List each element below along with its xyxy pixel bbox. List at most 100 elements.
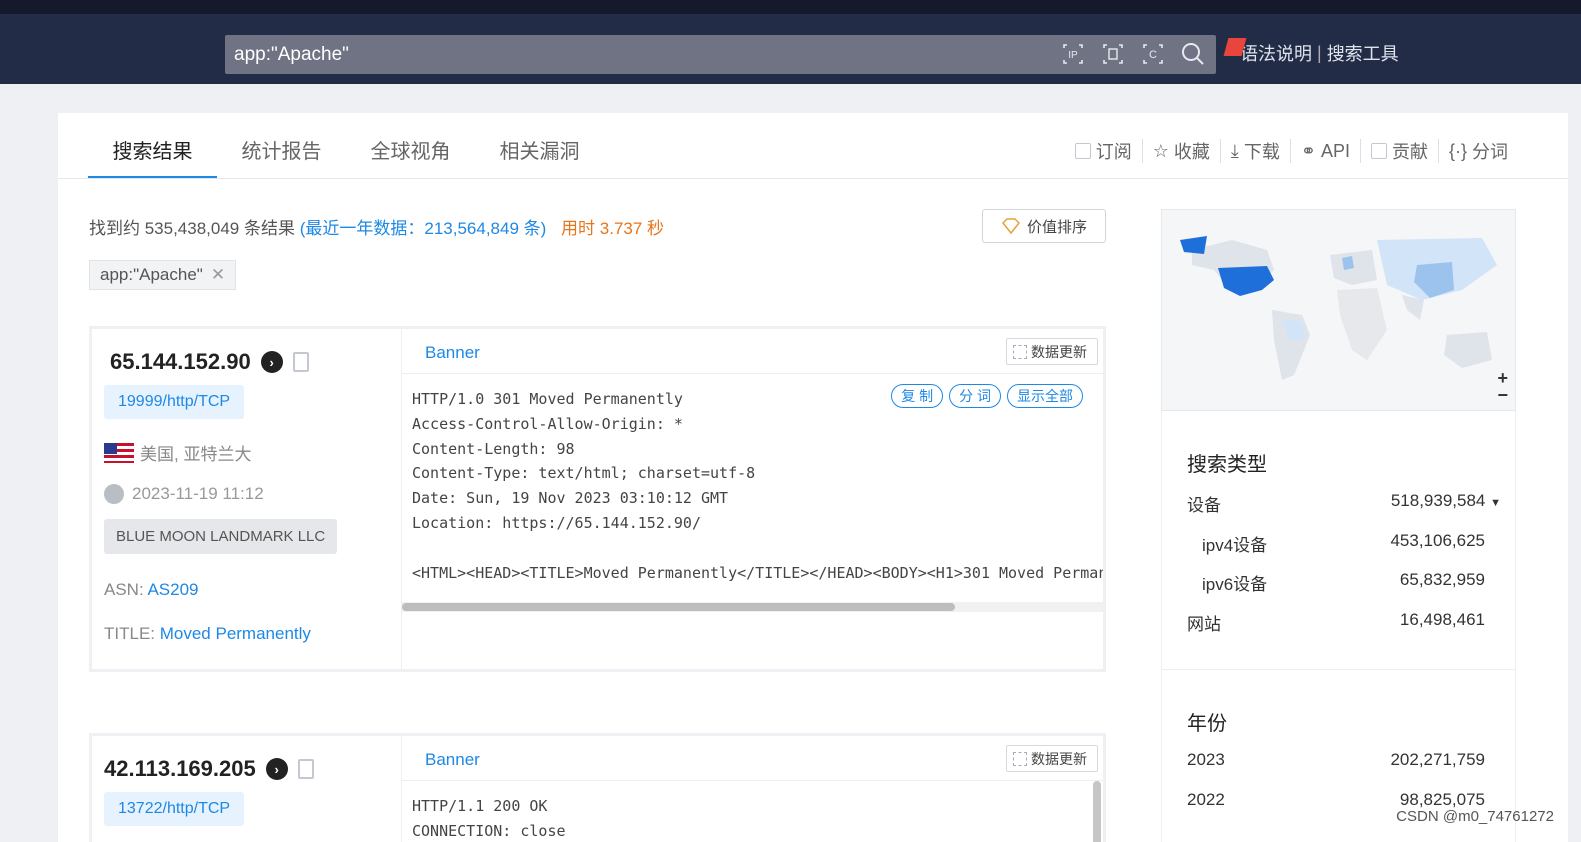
result-meta: 65.144.152.90 › 19999/http/TCP 美国, 亚特兰大 … (92, 329, 402, 669)
close-icon[interactable]: ✕ (211, 265, 225, 285)
value-sort-button[interactable]: 价值排序 (982, 209, 1106, 243)
diamond-icon (1001, 218, 1020, 235)
zoom-out-button[interactable]: − (1497, 386, 1508, 404)
world-map[interactable]: + − (1161, 209, 1516, 411)
scrollbar-thumb[interactable] (402, 603, 955, 611)
contribute-button[interactable]: 贡献 (1361, 139, 1439, 163)
port-badge[interactable]: 19999/http/TCP (104, 385, 245, 419)
result-card: 42.113.169.205 › 13722/http/TCP Banner 数… (89, 733, 1106, 842)
data-update-button[interactable]: 数据更新 (1006, 745, 1098, 772)
toolbar: 订阅 ☆ 收藏 ⤓ 下载 ⚭ API 贡献 {·} 分词 (1065, 139, 1518, 163)
vertical-scrollbar[interactable] (1093, 781, 1101, 842)
syntax-link[interactable]: 语法说明 (1240, 40, 1312, 66)
download-label: 下载 (1243, 142, 1280, 162)
recent-year-count[interactable]: (最近一年数据：213,564,849 条) (300, 219, 547, 238)
tab-search-results[interactable]: 搜索结果 (88, 137, 217, 179)
api-button[interactable]: ⚭ API (1291, 139, 1361, 163)
search-input[interactable]: app:"Apache" IP C (225, 35, 1216, 74)
subscribe-button[interactable]: 订阅 (1065, 139, 1143, 163)
banner-header: Banner 数据更新 (402, 329, 1103, 374)
stat-label[interactable]: 2022 (1187, 790, 1225, 810)
stats-divider (1162, 669, 1515, 670)
split-button[interactable]: 分 词 (949, 384, 1001, 408)
stat-value-devices[interactable]: 518,939,584 ▼ (1391, 491, 1501, 511)
title-link[interactable]: Moved Permanently (160, 624, 311, 643)
stat-value: 202,271,759 (1390, 750, 1485, 769)
copy-icon[interactable] (292, 352, 309, 372)
favorite-button[interactable]: ☆ 收藏 (1143, 139, 1221, 163)
stat-label[interactable]: 2023 (1187, 750, 1225, 770)
org-badge[interactable]: BLUE MOON LANDMARK LLC (104, 519, 338, 554)
api-label: API (1320, 140, 1350, 161)
tab-global-view[interactable]: 全球视角 (346, 137, 475, 179)
download-button[interactable]: ⤓ 下载 (1221, 139, 1291, 163)
link-icon: ⚭ (1300, 140, 1316, 161)
location-label[interactable]: 美国, 亚特兰大 (140, 440, 251, 465)
search-tools: IP C (1060, 41, 1206, 67)
world-map-graphic (1180, 236, 1497, 380)
file-search-icon[interactable] (1100, 41, 1126, 67)
search-query[interactable]: app:"Apache" (234, 44, 349, 66)
tab-stats-report[interactable]: 统计报告 (217, 137, 346, 179)
banner-tab[interactable]: Banner (425, 343, 480, 363)
ip-address[interactable]: 42.113.169.205 (104, 756, 256, 782)
caret-down-icon[interactable]: ▼ (1490, 497, 1501, 509)
us-flag-icon (104, 442, 134, 463)
cert-search-icon[interactable]: C (1140, 41, 1166, 67)
copy-button[interactable]: 复 制 (891, 384, 944, 408)
refresh-icon (1013, 751, 1027, 766)
value-sort-label: 价值排序 (1026, 218, 1087, 236)
time-label: 2023-11-19 11:12 (132, 484, 264, 503)
stat-value: 16,498,461 (1399, 610, 1485, 629)
ip-address[interactable]: 65.144.152.90 (110, 349, 251, 375)
title-row: TITLE: Moved Permanently (104, 624, 311, 644)
favorite-label: 收藏 (1173, 142, 1210, 162)
stat-label[interactable]: 设备 (1187, 491, 1221, 516)
ip-search-icon[interactable]: IP (1060, 41, 1086, 67)
banner-tab[interactable]: Banner (425, 750, 480, 770)
search-icon[interactable] (1180, 41, 1206, 67)
horizontal-scrollbar[interactable] (402, 602, 1103, 612)
map-zoom: + − (1497, 369, 1508, 404)
braces-icon: {·} (1448, 140, 1467, 161)
stat-label[interactable]: 网站 (1187, 610, 1221, 635)
data-update-label: 数据更新 (1031, 750, 1087, 767)
stat-value: 518,939,584 (1390, 491, 1486, 510)
data-update-button[interactable]: 数据更新 (1006, 338, 1098, 365)
update-time: 2023-11-19 11:12 (104, 484, 264, 504)
result-meta: 42.113.169.205 › 13722/http/TCP (92, 736, 402, 842)
asn-row: ASN: AS209 (104, 580, 199, 600)
subscribe-label: 订阅 (1095, 142, 1132, 162)
tokenize-button[interactable]: {·} 分词 (1439, 139, 1518, 163)
edit-icon (1370, 143, 1387, 159)
banner-header: Banner 数据更新 (402, 736, 1103, 781)
asn-link[interactable]: AS209 (147, 580, 198, 599)
arrow-right-icon[interactable]: › (260, 351, 283, 373)
location: 美国, 亚特兰大 (104, 440, 251, 465)
copy-icon[interactable] (297, 759, 314, 779)
result-ip: 65.144.152.90 › (110, 349, 309, 375)
subscribe-icon (1074, 143, 1091, 159)
svg-text:C: C (1149, 49, 1157, 61)
filter-tag: app:"Apache" ✕ (89, 260, 237, 290)
stat-label[interactable]: ipv4设备 (1202, 531, 1267, 556)
data-update-label: 数据更新 (1031, 343, 1087, 360)
stat-value: 453,106,625 (1390, 531, 1485, 550)
refresh-icon (1013, 344, 1027, 359)
main-panel: 搜索结果 统计报告 全球视角 相关漏洞 订阅 ☆ 收藏 ⤓ 下载 ⚭ API 贡献 {… (58, 113, 1568, 842)
watermark: CSDN @m0_74761272 (1396, 808, 1554, 825)
stat-value: 98,825,075 (1399, 790, 1485, 809)
show-all-button[interactable]: 显示全部 (1007, 384, 1083, 408)
search-tools-link[interactable]: 搜索工具 (1327, 40, 1399, 66)
clock-icon (104, 484, 124, 504)
stat-label[interactable]: ipv6设备 (1202, 570, 1267, 595)
port-badge[interactable]: 13722/http/TCP (104, 792, 245, 826)
tab-related-vulns[interactable]: 相关漏洞 (475, 137, 604, 179)
filter-tag-label: app:"Apache" (100, 265, 203, 284)
tokenize-label: 分词 (1472, 142, 1508, 162)
stat-value: 65,832,959 (1399, 570, 1485, 589)
result-tabs: 搜索结果 统计报告 全球视角 相关漏洞 (88, 137, 604, 179)
search-type-title: 搜索类型 (1187, 454, 1267, 476)
arrow-right-icon[interactable]: › (265, 758, 288, 780)
banner-panel: Banner 数据更新 HTTP/1.1 200 OK CONNECTION: … (402, 736, 1103, 842)
